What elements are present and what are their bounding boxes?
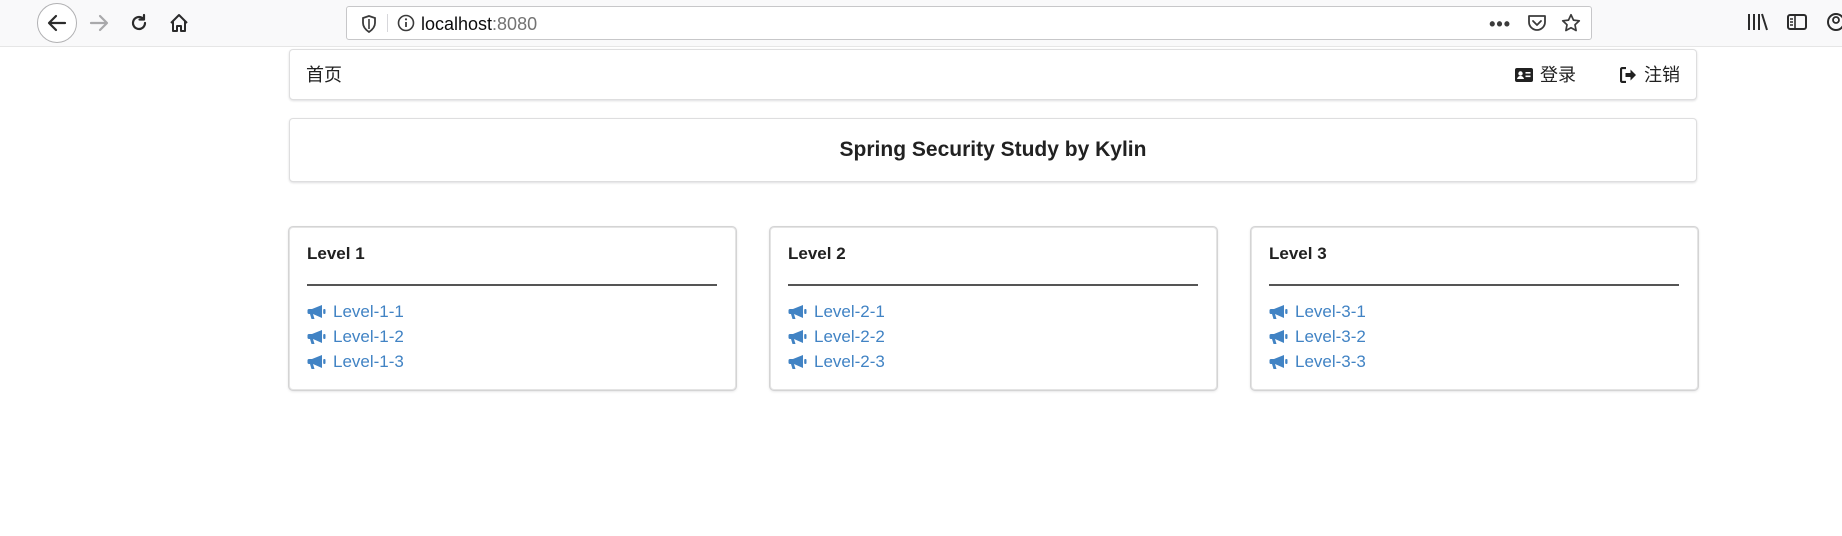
url-bar[interactable]: localhost:8080 ••• bbox=[346, 6, 1592, 40]
level-link[interactable]: Level-3-3 bbox=[1269, 349, 1366, 374]
home-icon bbox=[170, 14, 188, 32]
bullhorn-icon bbox=[307, 329, 326, 344]
logout-link[interactable]: 注销 bbox=[1620, 64, 1680, 86]
level-link[interactable]: Level-1-2 bbox=[307, 324, 404, 349]
level-link[interactable]: Level-2-1 bbox=[788, 299, 885, 324]
bullhorn-icon bbox=[788, 354, 807, 369]
level-link-label: Level-1-3 bbox=[333, 352, 404, 371]
url-text[interactable]: localhost:8080 bbox=[421, 14, 537, 34]
level-link[interactable]: Level-1-3 bbox=[307, 349, 404, 374]
card-title: Level 1 bbox=[307, 244, 365, 263]
bullhorn-icon bbox=[1269, 304, 1288, 319]
info-icon[interactable] bbox=[397, 14, 415, 37]
level-link[interactable]: Level-3-1 bbox=[1269, 299, 1366, 324]
account-icon[interactable] bbox=[1826, 12, 1842, 37]
bullhorn-icon bbox=[788, 304, 807, 319]
url-separator bbox=[387, 14, 388, 32]
more-icon[interactable]: ••• bbox=[1489, 14, 1511, 35]
id-card-icon bbox=[1515, 68, 1533, 82]
level-link[interactable]: Level-2-2 bbox=[788, 324, 885, 349]
top-menu: 首页 登录 注销 bbox=[289, 49, 1697, 100]
level-link-label: Level-3-1 bbox=[1295, 302, 1366, 321]
menu-home-link[interactable]: 首页 bbox=[306, 64, 342, 86]
card-divider bbox=[1269, 284, 1679, 286]
menu-right: 登录 注销 bbox=[1515, 64, 1680, 86]
url-host: localhost bbox=[421, 14, 493, 34]
level-card: Level 2 Level-2-1 Level-2-2 Level-2-3 bbox=[770, 227, 1217, 390]
level-link[interactable]: Level-1-1 bbox=[307, 299, 404, 324]
bullhorn-icon bbox=[307, 354, 326, 369]
level-link-label: Level-3-3 bbox=[1295, 352, 1366, 371]
level-link[interactable]: Level-2-3 bbox=[788, 349, 885, 374]
card-title: Level 2 bbox=[788, 244, 846, 263]
home-button[interactable] bbox=[160, 4, 198, 42]
level-link-label: Level-1-2 bbox=[333, 327, 404, 346]
level-link-label: Level-2-2 bbox=[814, 327, 885, 346]
library-icon[interactable] bbox=[1746, 12, 1768, 37]
level-link[interactable]: Level-3-2 bbox=[1269, 324, 1366, 349]
level-card: Level 3 Level-3-1 Level-3-2 Level-3-3 bbox=[1251, 227, 1698, 390]
sign-out-icon bbox=[1620, 67, 1636, 83]
back-button[interactable] bbox=[37, 3, 77, 43]
reload-icon bbox=[131, 13, 147, 31]
title-segment: Spring Security Study by Kylin bbox=[289, 118, 1697, 182]
back-icon bbox=[47, 14, 67, 32]
bullhorn-icon bbox=[1269, 354, 1288, 369]
page-title: Spring Security Study by Kylin bbox=[839, 138, 1147, 161]
page-content: 首页 登录 注销 Spring Security Study by Kylin … bbox=[0, 47, 1842, 536]
login-label: 登录 bbox=[1540, 65, 1576, 85]
card-divider bbox=[307, 284, 717, 286]
level-link-label: Level-2-3 bbox=[814, 352, 885, 371]
sidebar-icon[interactable] bbox=[1786, 12, 1808, 37]
level-link-label: Level-3-2 bbox=[1295, 327, 1366, 346]
forward-icon bbox=[89, 14, 109, 32]
logout-label: 注销 bbox=[1644, 65, 1680, 85]
star-icon[interactable] bbox=[1561, 13, 1581, 38]
card-links: Level-1-1 Level-1-2 Level-1-3 bbox=[307, 299, 404, 374]
level-link-label: Level-2-1 bbox=[814, 302, 885, 321]
reload-button[interactable] bbox=[120, 4, 158, 42]
bullhorn-icon bbox=[1269, 329, 1288, 344]
forward-button[interactable] bbox=[80, 4, 118, 42]
login-link[interactable]: 登录 bbox=[1515, 64, 1576, 86]
bullhorn-icon bbox=[307, 304, 326, 319]
bullhorn-icon bbox=[788, 329, 807, 344]
url-port: :8080 bbox=[492, 14, 538, 34]
card-divider bbox=[788, 284, 1198, 286]
card-title: Level 3 bbox=[1269, 244, 1327, 263]
level-card: Level 1 Level-1-1 Level-1-2 Level-1-3 bbox=[289, 227, 736, 390]
card-links: Level-3-1 Level-3-2 Level-3-3 bbox=[1269, 299, 1366, 374]
browser-toolbar: localhost:8080 ••• bbox=[0, 0, 1842, 47]
level-link-label: Level-1-1 bbox=[333, 302, 404, 321]
pocket-icon[interactable] bbox=[1527, 14, 1547, 37]
shield-icon[interactable] bbox=[361, 15, 377, 38]
card-links: Level-2-1 Level-2-2 Level-2-3 bbox=[788, 299, 885, 374]
